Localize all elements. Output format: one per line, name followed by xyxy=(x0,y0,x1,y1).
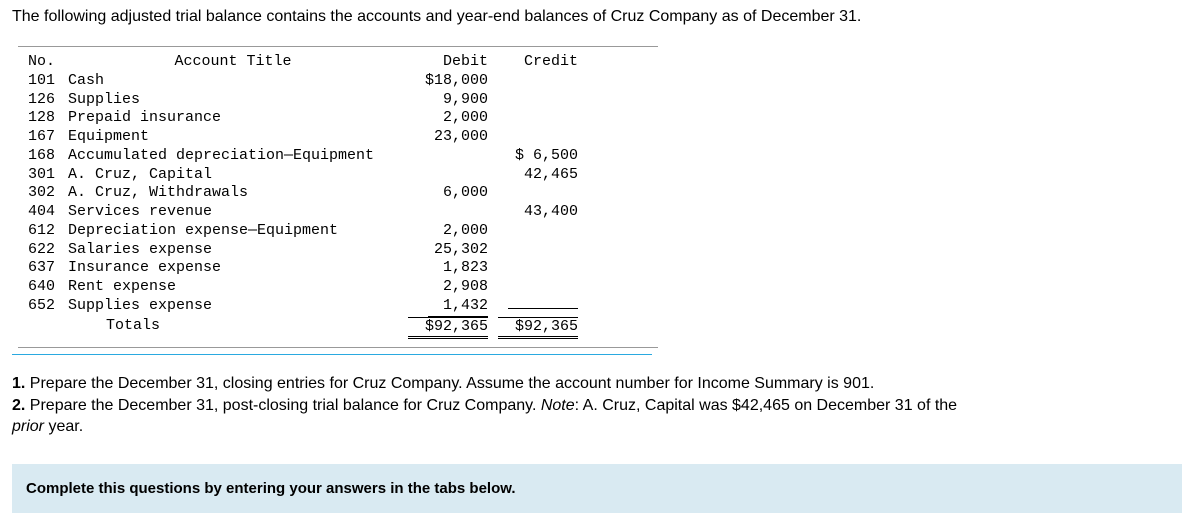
cell-title: Cash xyxy=(68,72,398,91)
cell-credit xyxy=(488,91,578,110)
table-row: 168 Accumulated depreciation—Equipment $… xyxy=(28,147,648,166)
cell-debit xyxy=(398,147,488,166)
cell-debit xyxy=(398,203,488,222)
cell-title: Insurance expense xyxy=(68,259,398,278)
cell-credit xyxy=(488,72,578,91)
table-row: 126 Supplies 9,900 xyxy=(28,91,648,110)
table-row: 128 Prepaid insurance 2,000 xyxy=(28,109,648,128)
totals-credit: $92,365 xyxy=(488,317,578,340)
cell-debit xyxy=(398,166,488,185)
cell-title: Services revenue xyxy=(68,203,398,222)
cell-debit: 6,000 xyxy=(398,184,488,203)
totals-debit: $92,365 xyxy=(398,317,488,340)
cell-no: 101 xyxy=(28,72,68,91)
question-2: 2. Prepare the December 31, post-closing… xyxy=(12,395,1188,438)
cell-no: 167 xyxy=(28,128,68,147)
cell-debit: 9,900 xyxy=(398,91,488,110)
cell-title: Prepaid insurance xyxy=(68,109,398,128)
header-title: Account Title xyxy=(68,53,398,72)
table-row: 612 Depreciation expense—Equipment 2,000 xyxy=(28,222,648,241)
cell-debit: 23,000 xyxy=(398,128,488,147)
cell-credit xyxy=(488,241,578,260)
header-debit: Debit xyxy=(398,53,488,72)
cell-no: 301 xyxy=(28,166,68,185)
cell-title: A. Cruz, Capital xyxy=(68,166,398,185)
cell-credit xyxy=(488,222,578,241)
cell-title: Supplies xyxy=(68,91,398,110)
cell-debit: 2,908 xyxy=(398,278,488,297)
cell-title: Equipment xyxy=(68,128,398,147)
header-no: No. xyxy=(28,53,68,72)
cell-no: 126 xyxy=(28,91,68,110)
instruction-bar: Complete this questions by entering your… xyxy=(12,464,1182,513)
cell-no: 637 xyxy=(28,259,68,278)
cell-no: 128 xyxy=(28,109,68,128)
table-row: 404 Services revenue 43,400 xyxy=(28,203,648,222)
cell-title: Rent expense xyxy=(68,278,398,297)
cell-debit: 2,000 xyxy=(398,109,488,128)
cell-no: 640 xyxy=(28,278,68,297)
cell-credit xyxy=(488,184,578,203)
separator xyxy=(12,354,652,355)
intro-text: The following adjusted trial balance con… xyxy=(12,8,1188,26)
cell-no: 652 xyxy=(28,297,68,317)
cell-credit: 43,400 xyxy=(488,203,578,222)
table-row: 640 Rent expense 2,908 xyxy=(28,278,648,297)
cell-debit: 25,302 xyxy=(398,241,488,260)
table-row: 167 Equipment 23,000 xyxy=(28,128,648,147)
cell-no: 404 xyxy=(28,203,68,222)
table-row: 637 Insurance expense 1,823 xyxy=(28,259,648,278)
question-1: 1. Prepare the December 31, closing entr… xyxy=(12,373,1188,395)
cell-no: 622 xyxy=(28,241,68,260)
cell-title: Supplies expense xyxy=(68,297,398,317)
cell-credit xyxy=(488,109,578,128)
cell-debit: 1,823 xyxy=(398,259,488,278)
cell-credit: $ 6,500 xyxy=(488,147,578,166)
header-credit: Credit xyxy=(488,53,578,72)
cell-no xyxy=(28,317,68,340)
cell-credit xyxy=(488,128,578,147)
table-row: 652 Supplies expense 1,432 xyxy=(28,297,648,317)
cell-credit: 42,465 xyxy=(488,166,578,185)
cell-credit xyxy=(488,278,578,297)
table-header-row: No. Account Title Debit Credit xyxy=(28,53,648,72)
questions-block: 1. Prepare the December 31, closing entr… xyxy=(12,373,1188,438)
cell-no: 612 xyxy=(28,222,68,241)
cell-title: Salaries expense xyxy=(68,241,398,260)
table-row: 101 Cash $18,000 xyxy=(28,72,648,91)
totals-label: Totals xyxy=(68,317,398,340)
table-row: 622 Salaries expense 25,302 xyxy=(28,241,648,260)
table-row: 302 A. Cruz, Withdrawals 6,000 xyxy=(28,184,648,203)
cell-title: Depreciation expense—Equipment xyxy=(68,222,398,241)
trial-balance-table: No. Account Title Debit Credit 101 Cash … xyxy=(18,46,658,348)
cell-debit: 1,432 xyxy=(398,297,488,317)
cell-credit xyxy=(488,259,578,278)
cell-credit xyxy=(488,297,578,317)
cell-no: 302 xyxy=(28,184,68,203)
table-row: 301 A. Cruz, Capital 42,465 xyxy=(28,166,648,185)
cell-title: Accumulated depreciation—Equipment xyxy=(68,147,398,166)
totals-row: Totals $92,365 $92,365 xyxy=(28,317,648,340)
cell-debit: 2,000 xyxy=(398,222,488,241)
cell-title: A. Cruz, Withdrawals xyxy=(68,184,398,203)
cell-debit: $18,000 xyxy=(398,72,488,91)
cell-no: 168 xyxy=(28,147,68,166)
